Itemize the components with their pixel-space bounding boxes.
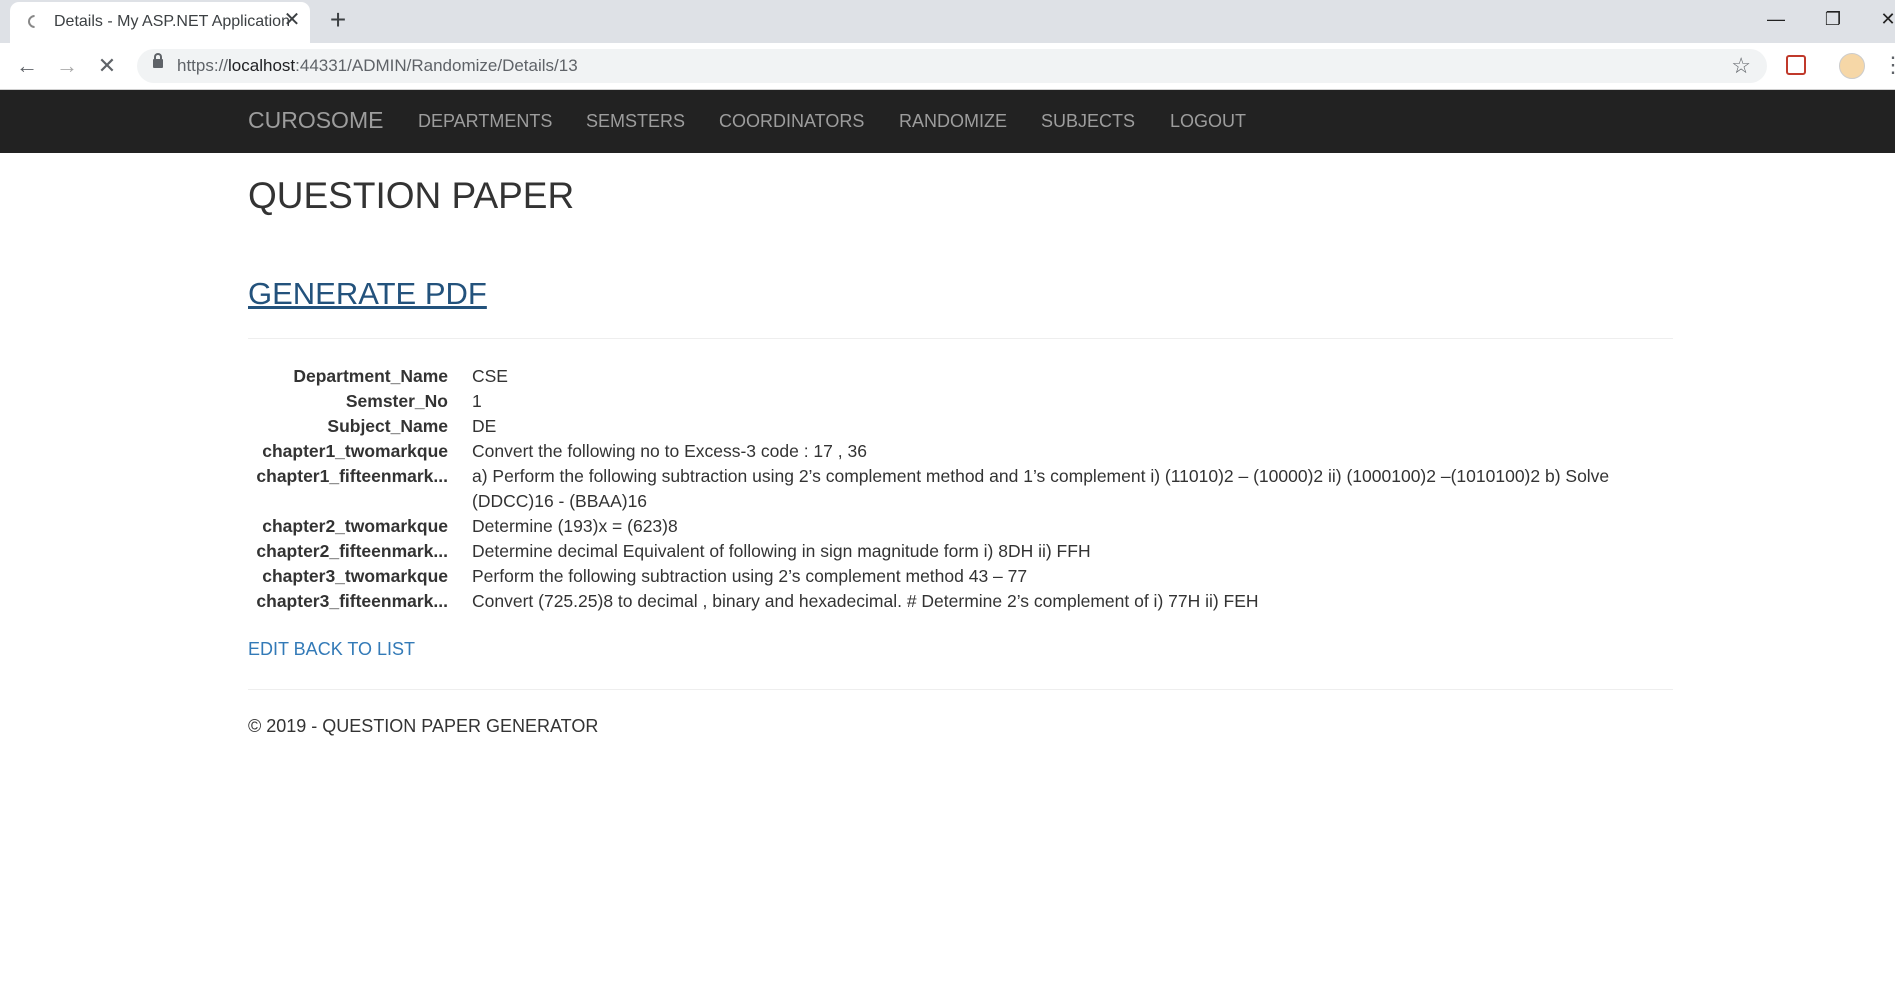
detail-value: Determine decimal Equivalent of followin… bbox=[472, 541, 1091, 561]
detail-row: Department_Name CSE bbox=[248, 364, 1673, 389]
detail-value: Perform the following subtraction using … bbox=[472, 566, 1028, 586]
extension-icon[interactable] bbox=[1786, 55, 1806, 75]
detail-label: chapter2_fifteenmark... bbox=[256, 541, 448, 561]
minimize-button[interactable]: — bbox=[1753, 4, 1799, 34]
detail-value: 1 bbox=[472, 391, 482, 411]
tab-title: Details - My ASP.NET Application bbox=[54, 13, 290, 30]
restore-button[interactable]: ❐ bbox=[1810, 4, 1856, 34]
browser-menu-icon[interactable]: ⋮ bbox=[1882, 52, 1895, 78]
detail-label: Subject_Name bbox=[327, 416, 448, 436]
browser-toolbar: ← → ✕ https://localhost:44331/ADMIN/Rand… bbox=[0, 43, 1895, 90]
detail-value: a) Perform the following subtraction usi… bbox=[472, 466, 1610, 511]
bookmark-star-icon[interactable]: ☆ bbox=[1731, 53, 1751, 79]
brand-link[interactable]: CUROSOME bbox=[248, 107, 383, 134]
nav-coordinators[interactable]: COORDINATORS bbox=[719, 111, 864, 132]
detail-label: chapter3_twomarkque bbox=[262, 566, 448, 586]
profile-avatar[interactable] bbox=[1839, 53, 1865, 79]
detail-value: DE bbox=[472, 416, 497, 436]
detail-row: Semster_No 1 bbox=[248, 389, 1673, 414]
generate-pdf-link[interactable]: GENERATE PDF bbox=[248, 276, 487, 312]
divider bbox=[248, 689, 1673, 690]
detail-value: Convert (725.25)8 to decimal , binary an… bbox=[472, 591, 1259, 611]
detail-label: chapter1_fifteenmark... bbox=[256, 466, 448, 486]
nav-subjects[interactable]: SUBJECTS bbox=[1041, 111, 1135, 132]
detail-value: CSE bbox=[472, 366, 508, 386]
new-tab-button[interactable]: + bbox=[323, 5, 353, 35]
url-text[interactable]: https://localhost:44331/ADMIN/Randomize/… bbox=[177, 56, 578, 76]
detail-label: Department_Name bbox=[293, 366, 448, 386]
detail-label: Semster_No bbox=[345, 391, 448, 411]
detail-value: Convert the following no to Excess-3 cod… bbox=[472, 441, 867, 461]
app-navbar: CUROSOME DEPARTMENTS SEMSTERS COORDINATO… bbox=[0, 90, 1895, 153]
detail-row: chapter2_twomarkque Determine (193)x = (6… bbox=[248, 514, 1673, 539]
tab-close-icon[interactable]: ✕ bbox=[280, 8, 304, 32]
back-arrow-icon[interactable]: ← bbox=[12, 51, 42, 81]
stop-loading-icon[interactable]: ✕ bbox=[92, 51, 122, 81]
divider bbox=[248, 338, 1673, 339]
detail-row: chapter3_fifteenmark... Convert (725.25)8… bbox=[248, 589, 1673, 614]
nav-departments[interactable]: DEPARTMENTS bbox=[418, 111, 552, 132]
detail-row: chapter1_fifteenmark... a) Perform the fo… bbox=[248, 464, 1673, 514]
browser-tab[interactable]: Details - My ASP.NET Application ✕ bbox=[10, 2, 310, 43]
detail-row: chapter2_fifteenmark... Determine decimal… bbox=[248, 539, 1673, 564]
browser-tabstrip: Details - My ASP.NET Application ✕ + — ❐… bbox=[0, 0, 1895, 43]
loading-spinner-icon bbox=[25, 12, 44, 31]
detail-row: chapter3_twomarkque Perform the following… bbox=[248, 564, 1673, 589]
nav-logout[interactable]: LOGOUT bbox=[1170, 111, 1246, 132]
nav-randomize[interactable]: RANDOMIZE bbox=[899, 111, 1007, 132]
detail-row: Subject_Name DE bbox=[248, 414, 1673, 439]
nav-semsters[interactable]: SEMSTERS bbox=[586, 111, 685, 132]
detail-label: chapter2_twomarkque bbox=[262, 516, 448, 536]
forward-arrow-icon[interactable]: → bbox=[52, 51, 82, 81]
edit-back-to-list-link[interactable]: EDIT BACK TO LIST bbox=[248, 639, 415, 660]
detail-row: chapter1_twomarkque Convert the following… bbox=[248, 439, 1673, 464]
address-bar[interactable]: https://localhost:44331/ADMIN/Randomize/… bbox=[137, 49, 1767, 83]
page-title: QUESTION PAPER bbox=[248, 175, 575, 216]
detail-value: Determine (193)x = (623)8 bbox=[472, 516, 678, 536]
details-list: Department_Name CSE Semster_No 1 Subject_N… bbox=[248, 364, 1673, 614]
footer-text: © 2019 - QUESTION PAPER GENERATOR bbox=[248, 716, 599, 736]
close-window-button[interactable]: ✕ bbox=[1865, 4, 1895, 34]
lock-icon bbox=[153, 53, 163, 68]
detail-label: chapter3_fifteenmark... bbox=[256, 591, 448, 611]
detail-label: chapter1_twomarkque bbox=[262, 441, 448, 461]
